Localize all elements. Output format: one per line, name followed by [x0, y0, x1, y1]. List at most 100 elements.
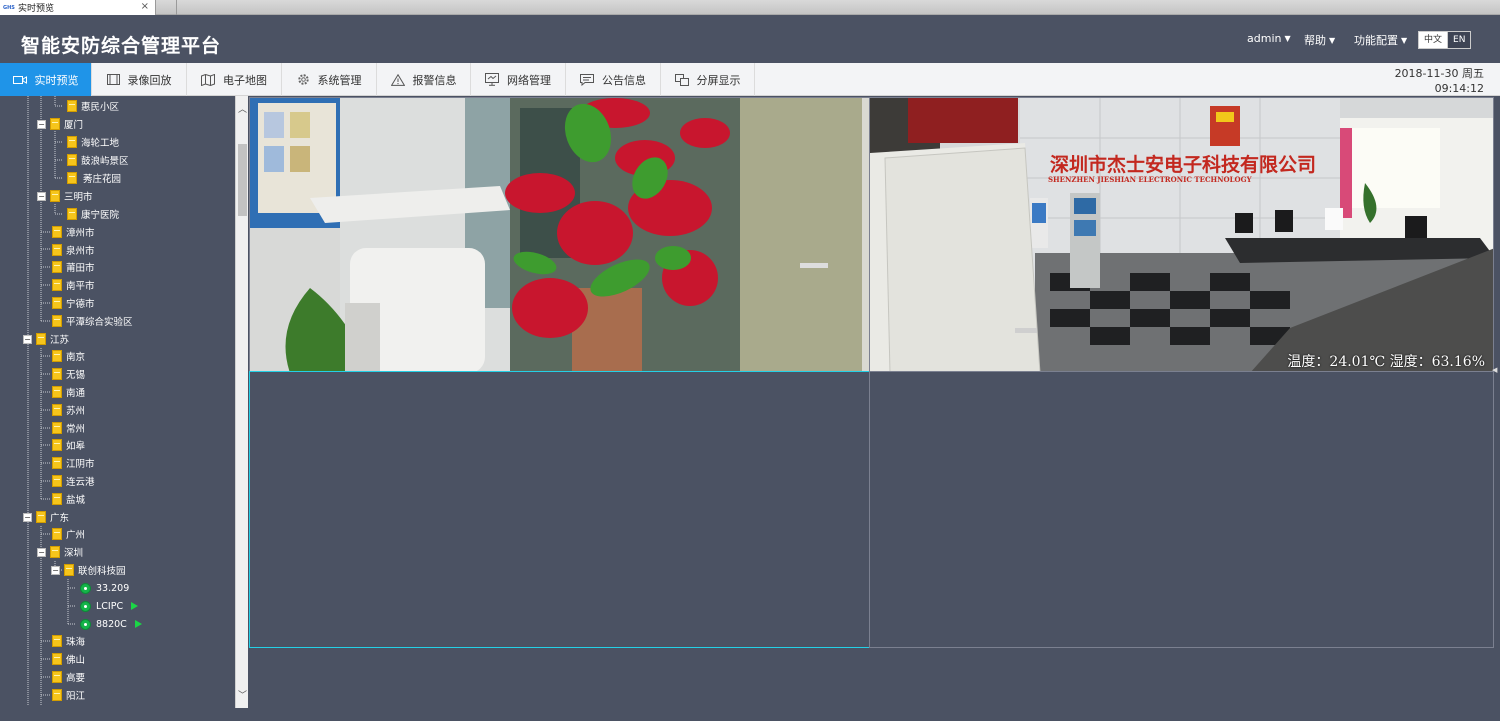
- tree-node[interactable]: 漳州市: [52, 223, 95, 241]
- close-icon[interactable]: ×: [141, 1, 149, 12]
- tree-node[interactable]: 珠海: [52, 632, 85, 650]
- lang-zh-button[interactable]: 中文: [1419, 32, 1448, 48]
- tree-node-label: 连云港: [66, 477, 95, 488]
- panel-collapse-icon[interactable]: ◀: [1492, 363, 1500, 377]
- tree-node[interactable]: 苏州: [52, 401, 85, 419]
- browser-tab[interactable]: GHS 实时预览 ×: [0, 0, 156, 15]
- nav-playback-label: 录像回放: [127, 73, 172, 87]
- camera-feed-1: [250, 98, 869, 371]
- gear-icon: [297, 74, 309, 85]
- lang-en-button[interactable]: EN: [1447, 32, 1471, 48]
- folder-icon: [67, 154, 77, 166]
- tree-node[interactable]: 海轮工地: [67, 133, 119, 151]
- tree-node-label: 深圳: [64, 548, 84, 559]
- tree-node[interactable]: 常州: [52, 419, 85, 437]
- tree-node[interactable]: 高要: [52, 668, 85, 686]
- camera-node[interactable]: LCIPC: [80, 597, 139, 615]
- film-icon: [106, 74, 120, 85]
- tree-node-label: 厦门: [64, 120, 84, 131]
- video-window-1[interactable]: [249, 97, 870, 372]
- collapse-toggle[interactable]: −: [23, 334, 32, 344]
- tree-node-label: 江苏: [50, 335, 70, 346]
- video-window-3[interactable]: [249, 371, 870, 648]
- video-icon: [12, 75, 27, 84]
- scroll-thumb[interactable]: [238, 144, 247, 216]
- tree-node-label: 阳江: [66, 691, 86, 702]
- video-window-2[interactable]: 深圳市杰士安电子科技有限公司 SHENZHEN JIESHIAN ELECTRO…: [869, 97, 1494, 372]
- user-menu[interactable]: admin ▼: [1247, 32, 1291, 45]
- tree-node[interactable]: 佛山: [52, 650, 85, 668]
- folder-icon: [50, 546, 60, 558]
- tree-node[interactable]: 南平市: [52, 276, 95, 294]
- chevron-up-icon[interactable]: ︿: [236, 102, 249, 118]
- tree-node[interactable]: 盐城: [52, 490, 85, 508]
- folder-icon: [67, 172, 77, 184]
- message-icon: [580, 73, 594, 86]
- tree-node[interactable]: 鼓浪屿景区: [67, 151, 129, 169]
- video-window-4[interactable]: [869, 371, 1494, 648]
- app-header: 智能安防综合管理平台 admin ▼ 帮助 ▼ 功能配置 ▼ 中文 EN: [0, 15, 1500, 63]
- tree-node[interactable]: 泉州市: [52, 241, 95, 259]
- tree-node-label: 康宁医院: [81, 210, 120, 221]
- tree-node-label: 泉州市: [66, 246, 95, 257]
- folder-icon: [52, 457, 62, 469]
- tree-node[interactable]: − 广东: [23, 508, 69, 526]
- tree-node[interactable]: 平潭综合实验区: [52, 312, 133, 330]
- tree-node-label: 联创科技园: [78, 566, 126, 577]
- collapse-toggle[interactable]: −: [37, 547, 46, 557]
- help-menu[interactable]: 帮助 ▼: [1304, 32, 1335, 48]
- company-sign-text: 深圳市杰士安电子科技有限公司: [1050, 153, 1316, 176]
- tree-node[interactable]: − 联创科技园: [51, 561, 126, 579]
- tree-node[interactable]: 惠民小区: [67, 97, 119, 115]
- tree-node[interactable]: − 厦门: [37, 115, 83, 133]
- folder-icon: [52, 368, 62, 380]
- tree-node[interactable]: 莠庄花园: [67, 169, 121, 187]
- tree-node[interactable]: 康宁医院: [67, 205, 119, 223]
- tree-node[interactable]: − 江苏: [23, 330, 69, 348]
- tree-node[interactable]: 莆田市: [52, 258, 95, 276]
- video-grid: 深圳市杰士安电子科技有限公司 SHENZHEN JIESHIAN ELECTRO…: [249, 97, 1494, 648]
- tree-node[interactable]: 如皋: [52, 436, 85, 454]
- play-icon[interactable]: [131, 602, 139, 610]
- nav-notice[interactable]: 公告信息: [566, 63, 661, 96]
- tree-node-label: 漳州市: [66, 228, 95, 239]
- nav-emap[interactable]: 电子地图: [187, 63, 282, 96]
- current-date: 2018-11-30 周五: [1394, 67, 1484, 80]
- tree-node-label: 南京: [66, 352, 86, 363]
- tree-node-label: 广州: [66, 530, 86, 541]
- config-menu-label: 功能配置: [1354, 34, 1398, 47]
- tree-node[interactable]: 南通: [52, 383, 85, 401]
- map-icon: [201, 73, 215, 86]
- tree-node[interactable]: 无锡: [52, 365, 85, 383]
- nav-playback[interactable]: 录像回放: [92, 63, 187, 96]
- camera-node[interactable]: 8820C: [80, 615, 142, 633]
- nav-live-preview[interactable]: 实时预览: [0, 63, 92, 96]
- tree-node[interactable]: 宁德市: [52, 294, 95, 312]
- collapse-toggle[interactable]: −: [37, 191, 46, 201]
- tree-node[interactable]: 阳江: [52, 686, 85, 704]
- tree-node[interactable]: 南京: [52, 347, 85, 365]
- main-nav: 实时预览 录像回放 电子地图 系统管理 报警信息 网络管理 公告信息 分屏显示 …: [0, 63, 1500, 96]
- tree-node[interactable]: 广州: [52, 525, 85, 543]
- config-menu[interactable]: 功能配置 ▼: [1354, 32, 1407, 48]
- tree-node[interactable]: − 深圳: [37, 543, 83, 561]
- nav-system[interactable]: 系统管理: [282, 63, 377, 96]
- folder-icon: [50, 190, 60, 202]
- tree-node[interactable]: 江阴市: [52, 454, 95, 472]
- tree-node[interactable]: 连云港: [52, 472, 95, 490]
- nav-network[interactable]: 网络管理: [471, 63, 566, 96]
- camera-node-label: 8820C: [96, 618, 127, 630]
- nav-emap-label: 电子地图: [223, 73, 267, 87]
- tree-scrollbar[interactable]: ︿ ﹀: [235, 96, 248, 708]
- nav-alarm[interactable]: 报警信息: [377, 63, 471, 96]
- collapse-toggle[interactable]: −: [51, 565, 60, 575]
- play-icon[interactable]: [134, 620, 142, 628]
- tree-node[interactable]: − 三明市: [37, 187, 93, 205]
- collapse-toggle[interactable]: −: [23, 512, 32, 522]
- tree-node-label: 广东: [50, 513, 70, 524]
- nav-split-screen[interactable]: 分屏显示: [661, 63, 755, 96]
- tree-node-label: 无锡: [66, 370, 86, 381]
- chevron-down-icon[interactable]: ﹀: [236, 688, 249, 704]
- camera-node[interactable]: 33.209: [80, 579, 129, 597]
- collapse-toggle[interactable]: −: [37, 119, 46, 129]
